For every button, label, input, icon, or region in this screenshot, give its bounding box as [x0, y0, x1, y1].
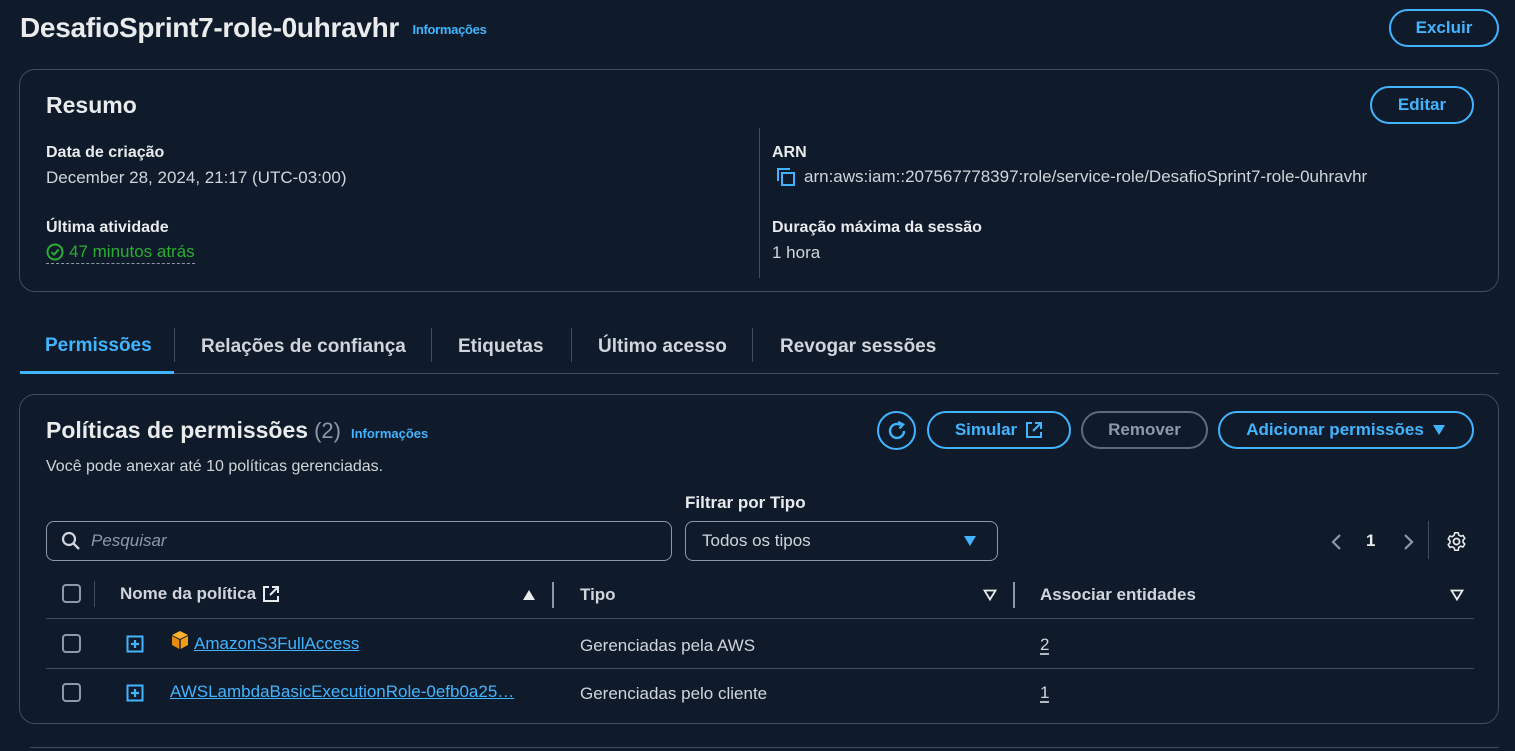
last-activity-label: Última atividade: [46, 219, 169, 236]
policy-link[interactable]: AWSLambdaBasicExecutionRole-0efb0a25…: [170, 682, 526, 702]
tab-tags[interactable]: Etiquetas: [433, 320, 569, 374]
last-activity[interactable]: 47 minutos atrás: [46, 242, 195, 266]
arn-row: arn:aws:iam::207567778397:role/service-r…: [776, 167, 1367, 187]
tab-revoke-sessions[interactable]: Revogar sessões: [755, 320, 961, 374]
gear-icon[interactable]: [1446, 531, 1467, 552]
max-session-label: Duração máxima da sessão: [772, 219, 982, 236]
search-input[interactable]: Pesquisar: [46, 521, 672, 561]
policies-count: (2): [314, 418, 341, 443]
external-link-icon: [263, 586, 280, 602]
policies-description: Você pode anexar até 10 políticas gerenc…: [46, 458, 384, 475]
page-number[interactable]: 1: [1366, 531, 1375, 551]
edit-button[interactable]: Editar: [1370, 86, 1474, 124]
sort-ascending-icon[interactable]: [522, 589, 536, 601]
tab-trust-relationships[interactable]: Relações de confiança: [176, 320, 431, 374]
entities-count-link[interactable]: 1: [1040, 683, 1049, 703]
created-value: December 28, 2024, 21:17 (UTC-03:00): [46, 168, 347, 187]
filter-label: Filtrar por Tipo: [685, 493, 806, 512]
summary-card: Resumo Editar Data de criação December 2…: [19, 69, 1499, 292]
arn-value: arn:aws:iam::207567778397:role/service-r…: [804, 167, 1368, 186]
external-link-icon: [1026, 422, 1043, 438]
policy-type: Gerenciadas pelo cliente: [580, 684, 768, 703]
aws-managed-icon: [172, 631, 188, 649]
chevron-left-icon[interactable]: [1330, 532, 1344, 552]
entities-count-link[interactable]: 2: [1040, 635, 1049, 655]
summary-title: Resumo: [46, 92, 137, 118]
page-title: DesafioSprint7-role-0uhravhr Informações: [20, 12, 487, 43]
sort-icon[interactable]: [1450, 589, 1464, 601]
caret-down-icon: [1432, 425, 1445, 435]
copy-icon[interactable]: [776, 167, 796, 187]
refresh-icon: [888, 420, 905, 439]
caret-down-icon: [964, 536, 976, 546]
policies-info-link[interactable]: Informações: [351, 426, 428, 441]
arn-label: ARN: [772, 144, 807, 161]
check-circle-icon: [46, 243, 64, 261]
policies-title: Políticas de permissões: [46, 417, 309, 443]
row-checkbox[interactable]: [62, 634, 81, 653]
refresh-button[interactable]: [877, 411, 916, 450]
sort-icon[interactable]: [983, 589, 997, 601]
chevron-right-icon[interactable]: [1401, 532, 1415, 552]
info-link[interactable]: Informações: [413, 22, 487, 37]
policies-card: Políticas de permissões (2) Informações …: [19, 394, 1499, 724]
expand-icon[interactable]: [126, 635, 144, 653]
type-filter-select[interactable]: Todos os tipos: [685, 521, 998, 561]
add-permissions-button[interactable]: Adicionar permissões: [1218, 411, 1474, 449]
row-checkbox[interactable]: [62, 683, 81, 702]
max-session-value: 1 hora: [772, 243, 821, 262]
select-all-checkbox[interactable]: [62, 584, 81, 603]
remove-button[interactable]: Remover: [1081, 411, 1208, 449]
tab-bar: Permissões Relações de confiança Etiquet…: [20, 320, 1499, 374]
policy-type: Gerenciadas pela AWS: [580, 636, 756, 655]
summary-divider: [759, 128, 760, 278]
policy-link[interactable]: AmazonS3FullAccess: [194, 634, 359, 654]
column-type[interactable]: Tipo: [580, 585, 616, 605]
policies-header: Políticas de permissões (2) Informações: [46, 417, 428, 444]
delete-button[interactable]: Excluir: [1389, 9, 1499, 47]
column-policy-name[interactable]: Nome da política: [120, 584, 280, 604]
created-label: Data de criação: [46, 144, 165, 161]
simulate-button[interactable]: Simular: [927, 411, 1071, 449]
tab-permissions[interactable]: Permissões: [20, 320, 174, 374]
tab-last-accessed[interactable]: Último acesso: [573, 320, 752, 374]
search-icon: [61, 531, 80, 550]
last-activity-value: 47 minutos atrás: [69, 242, 195, 261]
column-entities[interactable]: Associar entidades: [1040, 585, 1196, 605]
expand-icon[interactable]: [126, 684, 144, 702]
